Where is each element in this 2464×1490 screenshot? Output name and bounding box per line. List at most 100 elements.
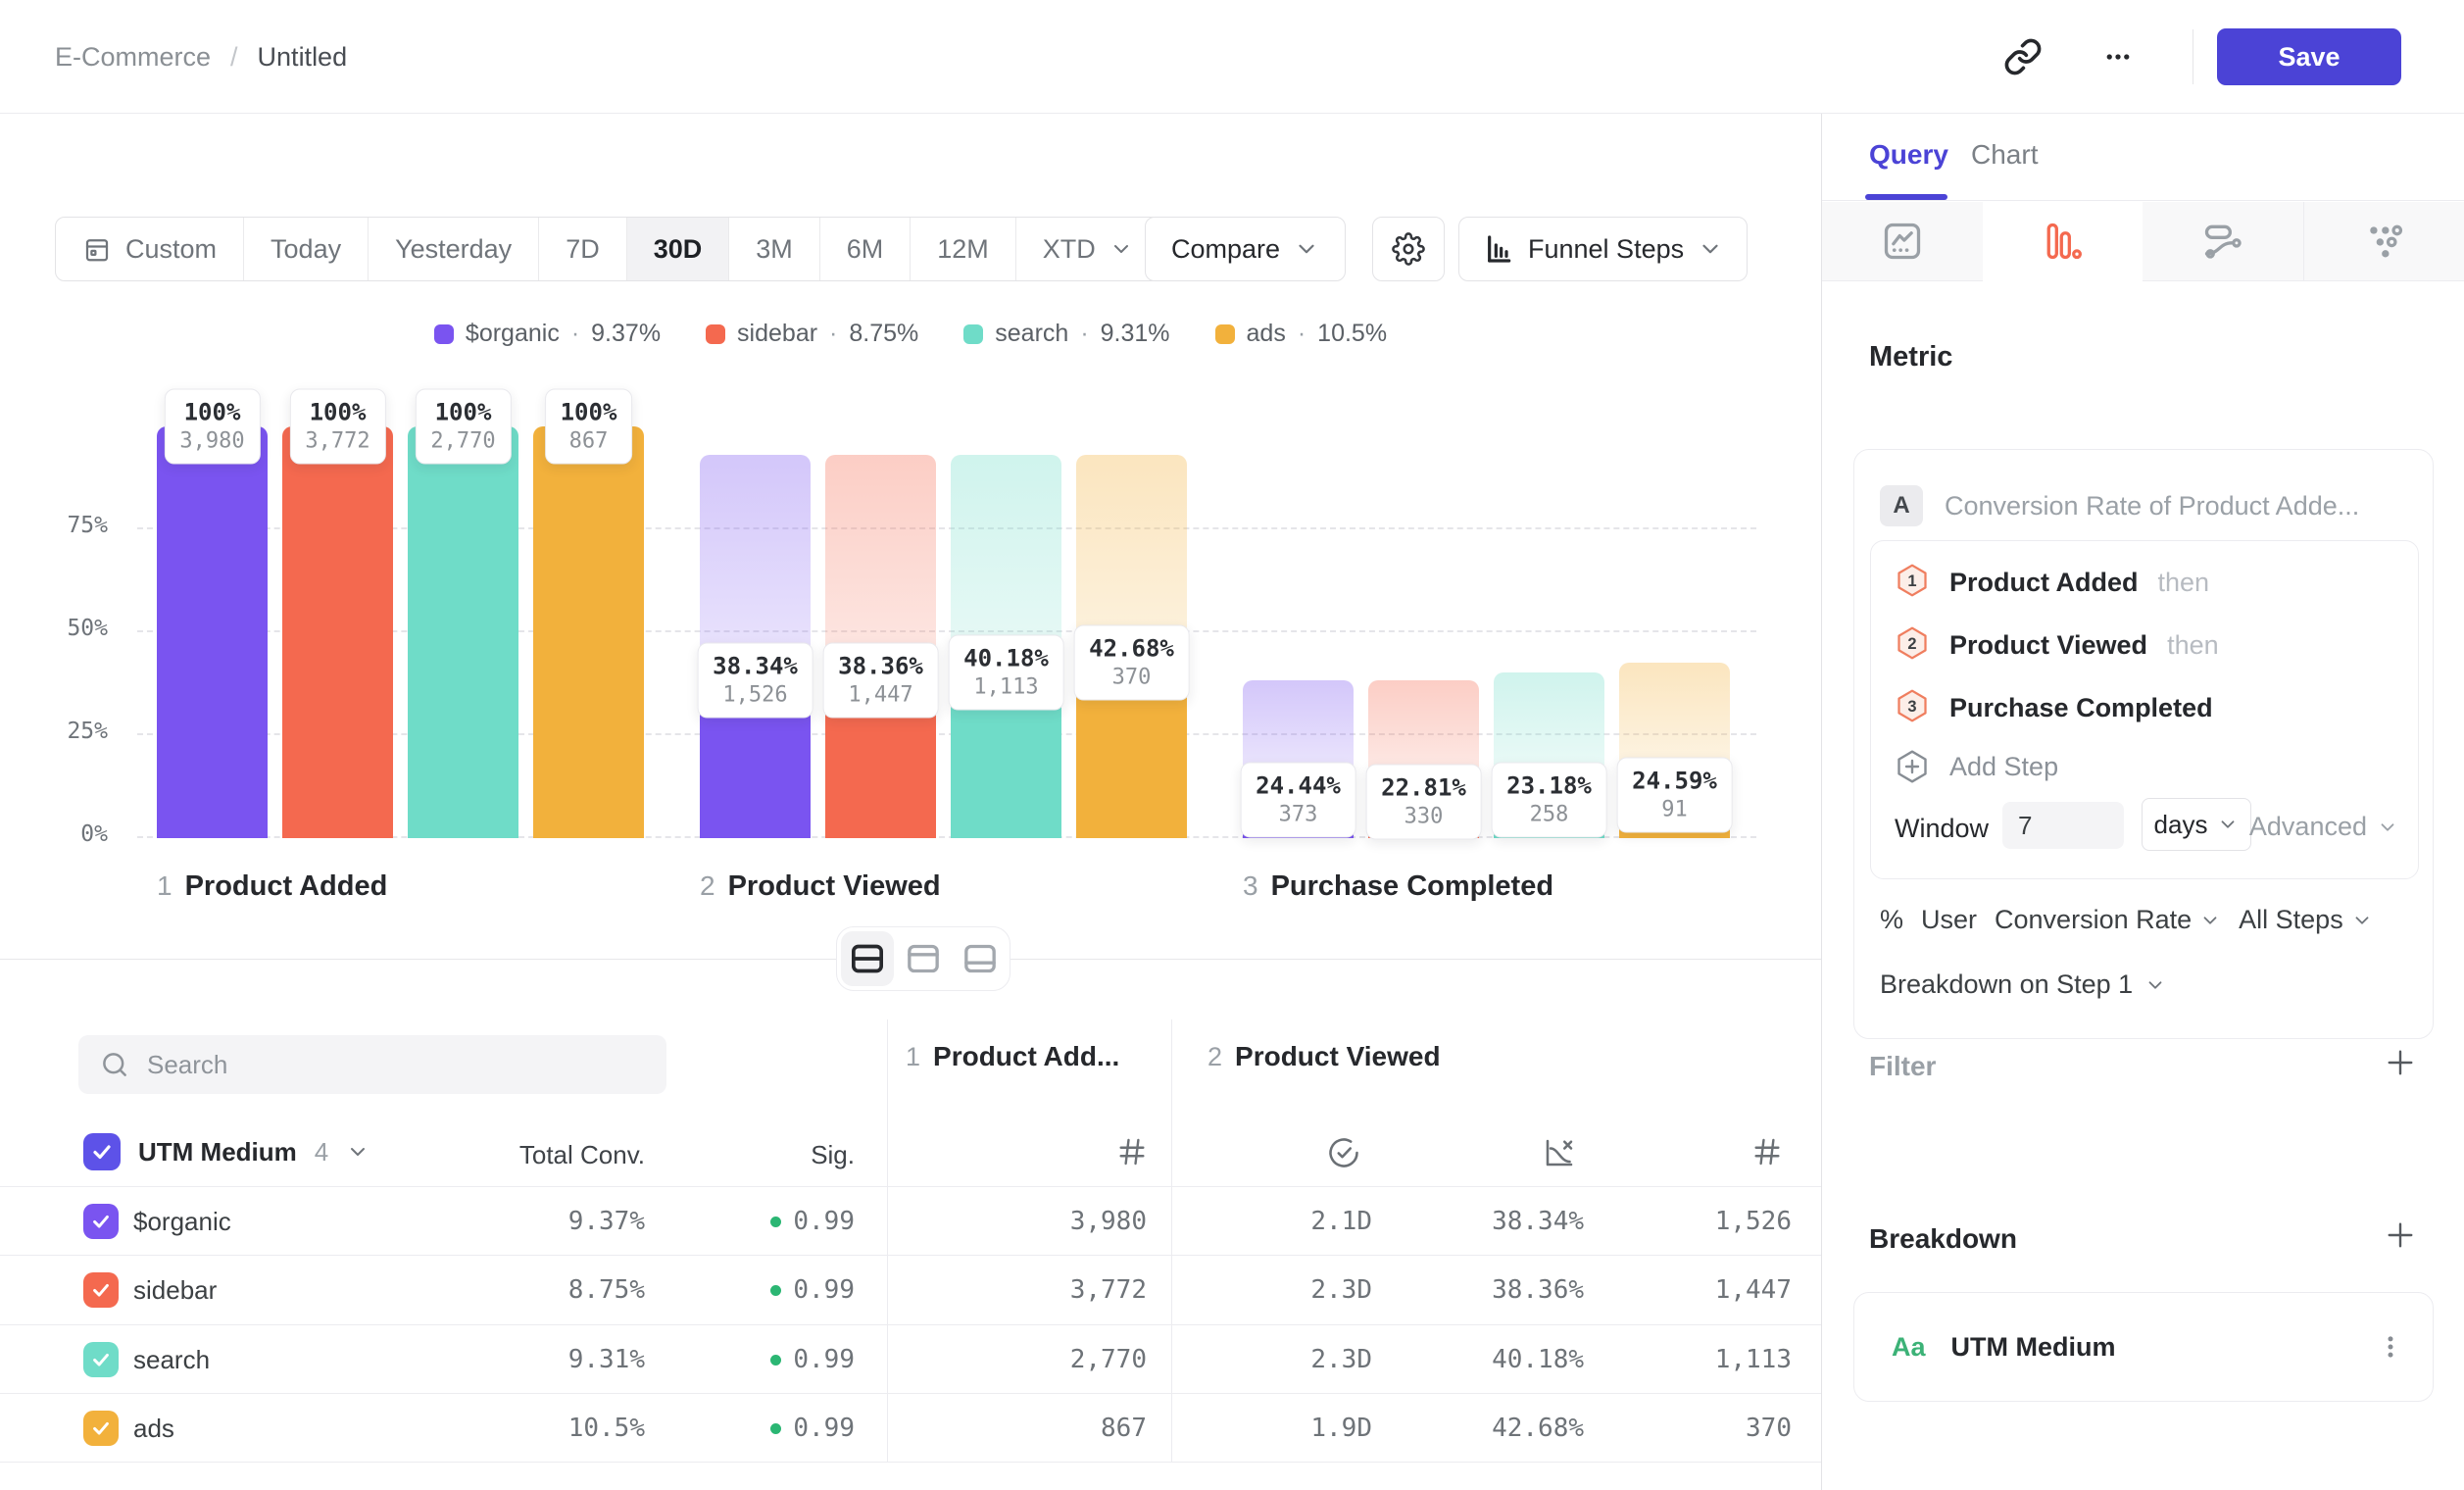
bar-count-label: 3,980: [179, 428, 244, 456]
funnel-bar[interactable]: [157, 426, 268, 838]
bar-count-label: 373: [1256, 801, 1341, 828]
bar-pct-label: 100%: [305, 398, 370, 428]
chart-type-flow[interactable]: [2143, 202, 2303, 281]
tab-chart[interactable]: Chart: [1971, 139, 2038, 171]
date-range-selector: CustomTodayYesterday7D30D3M6M12MXTD: [55, 217, 1160, 281]
date-range-xtd[interactable]: XTD: [1016, 218, 1159, 280]
cell-time: 2.1D: [1186, 1187, 1372, 1256]
kebab-menu-icon[interactable]: [2376, 1332, 2405, 1362]
row-checkbox[interactable]: [83, 1342, 119, 1377]
breakdown-on-step-dropdown[interactable]: Breakdown on Step 1: [1880, 969, 2166, 1000]
step-number: 1: [157, 870, 172, 902]
row-checkbox[interactable]: [83, 1272, 119, 1308]
row-label: sidebar: [133, 1256, 217, 1324]
time-to-convert-column-icon[interactable]: [1326, 1135, 1361, 1170]
chart-settings-button[interactable]: [1372, 217, 1445, 281]
measure-type-dropdown[interactable]: Conversion Rate: [1995, 905, 2221, 935]
row-checkbox[interactable]: [83, 1204, 119, 1239]
bar-count-label: 1,526: [713, 681, 798, 709]
date-range-today[interactable]: Today: [244, 218, 369, 280]
legend-value: 9.31%: [1101, 320, 1170, 348]
funnel-steps-card: 1Product Addedthen 2Product Viewedthen 3Pu…: [1870, 540, 2419, 879]
query-panel: Query Chart Metric A Conversion Rate of …: [1821, 114, 2464, 1490]
metric-title[interactable]: Conversion Rate of Product Adde...: [1945, 491, 2359, 522]
metric-step-1[interactable]: 1Product Addedthen: [1895, 563, 2209, 603]
table-row[interactable]: sidebar8.75%3,7722.3D38.36%1,4470.99: [0, 1255, 1821, 1323]
compare-button[interactable]: Compare: [1145, 217, 1346, 281]
window-unit-dropdown[interactable]: days: [2142, 798, 2251, 851]
layout-toggle-table-only[interactable]: [954, 931, 1007, 986]
sig-column-header[interactable]: Sig.: [666, 1140, 855, 1170]
bar-count-label: 1,113: [963, 674, 1049, 702]
total-conv-column-header[interactable]: Total Conv.: [421, 1140, 645, 1170]
window-value-input[interactable]: [2002, 802, 2124, 849]
breakdown-item-card[interactable]: Aa UTM Medium: [1853, 1292, 2434, 1402]
y-axis-tick: 50%: [39, 616, 108, 641]
date-range-6m[interactable]: 6M: [820, 218, 912, 280]
conversion-rate-column-icon[interactable]: [1542, 1135, 1577, 1170]
cell-significance: 0.99: [666, 1187, 855, 1256]
cell-step2-count: 1,447: [1607, 1256, 1792, 1324]
breakdown-column-header[interactable]: UTM Medium 4: [83, 1133, 370, 1170]
add-filter-button[interactable]: [2383, 1045, 2418, 1080]
metric-step-2[interactable]: 2Product Viewedthen: [1895, 625, 2219, 666]
copy-link-icon[interactable]: [2003, 37, 2043, 76]
bar-count-label: 330: [1381, 804, 1466, 831]
tab-query[interactable]: Query: [1869, 139, 1948, 171]
chart-legend: $organic·9.37%sidebar·8.75%search·9.31%a…: [0, 320, 1821, 348]
date-range-7d[interactable]: 7D: [539, 218, 627, 280]
check-icon: [90, 1140, 114, 1164]
funnel-bar[interactable]: [408, 426, 518, 838]
bar-label-card: 100%3,980: [164, 389, 260, 465]
date-range-3m[interactable]: 3M: [729, 218, 820, 280]
select-all-checkbox[interactable]: [83, 1133, 121, 1170]
breadcrumb-current[interactable]: Untitled: [258, 42, 348, 73]
significance-value: 0.99: [793, 1345, 855, 1374]
chart-type-scatter-dots[interactable]: [2303, 202, 2464, 281]
table-row[interactable]: search9.31%2,7702.3D40.18%1,1130.99: [0, 1324, 1821, 1393]
save-button[interactable]: Save: [2217, 28, 2401, 85]
chart-type-funnel-bars[interactable]: [1983, 202, 2144, 281]
more-options-icon[interactable]: [2103, 42, 2133, 72]
legend-item[interactable]: search·9.31%: [963, 320, 1169, 348]
chart-view-dropdown[interactable]: Funnel Steps: [1458, 217, 1748, 281]
breadcrumb-parent[interactable]: E-Commerce: [55, 42, 211, 73]
flow-icon: [2201, 220, 2244, 263]
legend-item[interactable]: $organic·9.37%: [434, 320, 661, 348]
date-range-yesterday[interactable]: Yesterday: [369, 218, 539, 280]
legend-item[interactable]: ads·10.5%: [1215, 320, 1388, 348]
table-row[interactable]: $organic9.37%3,9802.1D38.34%1,5260.99: [0, 1186, 1821, 1255]
metric-step-name: Purchase Completed: [1949, 693, 2213, 723]
legend-label: $organic: [466, 320, 560, 348]
chart-type-line-chart[interactable]: [1822, 202, 1983, 281]
cell-conv: 40.18%: [1392, 1325, 1584, 1394]
significance-value: 0.99: [793, 1207, 855, 1236]
table-row[interactable]: ads10.5%8671.9D42.68%3700.99: [0, 1393, 1821, 1462]
layout-toggle-chart-only[interactable]: [897, 931, 950, 986]
gear-icon: [1392, 232, 1425, 266]
search-box: [78, 1035, 666, 1094]
add-breakdown-button[interactable]: [2383, 1217, 2418, 1253]
cell-time: 2.3D: [1186, 1256, 1372, 1324]
date-range-12m[interactable]: 12M: [911, 218, 1016, 280]
step-hexagon-badge: 2: [1895, 625, 1930, 666]
metric-badge: A: [1880, 485, 1923, 526]
layout-toggle-split-view[interactable]: [841, 931, 894, 986]
row-checkbox[interactable]: [83, 1411, 119, 1446]
search-input[interactable]: [147, 1050, 645, 1080]
legend-label: search: [995, 320, 1068, 348]
measure-entity[interactable]: User: [1921, 905, 1977, 935]
legend-item[interactable]: sidebar·8.75%: [706, 320, 918, 348]
funnel-bar[interactable]: [533, 426, 644, 838]
advanced-dropdown[interactable]: Advanced: [2257, 812, 2398, 842]
count-column-icon[interactable]: [1115, 1135, 1149, 1168]
bar-pct-label: 100%: [179, 398, 244, 428]
measure-scope-dropdown[interactable]: All Steps: [2239, 905, 2373, 935]
count-column-icon[interactable]: [1750, 1135, 1784, 1168]
funnel-bar[interactable]: [282, 426, 393, 838]
legend-separator: ·: [571, 320, 579, 348]
date-range-custom[interactable]: Custom: [56, 218, 244, 280]
date-range-30d[interactable]: 30D: [627, 218, 730, 280]
metric-step-3[interactable]: 3Purchase Completed: [1895, 688, 2213, 728]
add-step-button[interactable]: Add Step: [1895, 749, 2058, 784]
